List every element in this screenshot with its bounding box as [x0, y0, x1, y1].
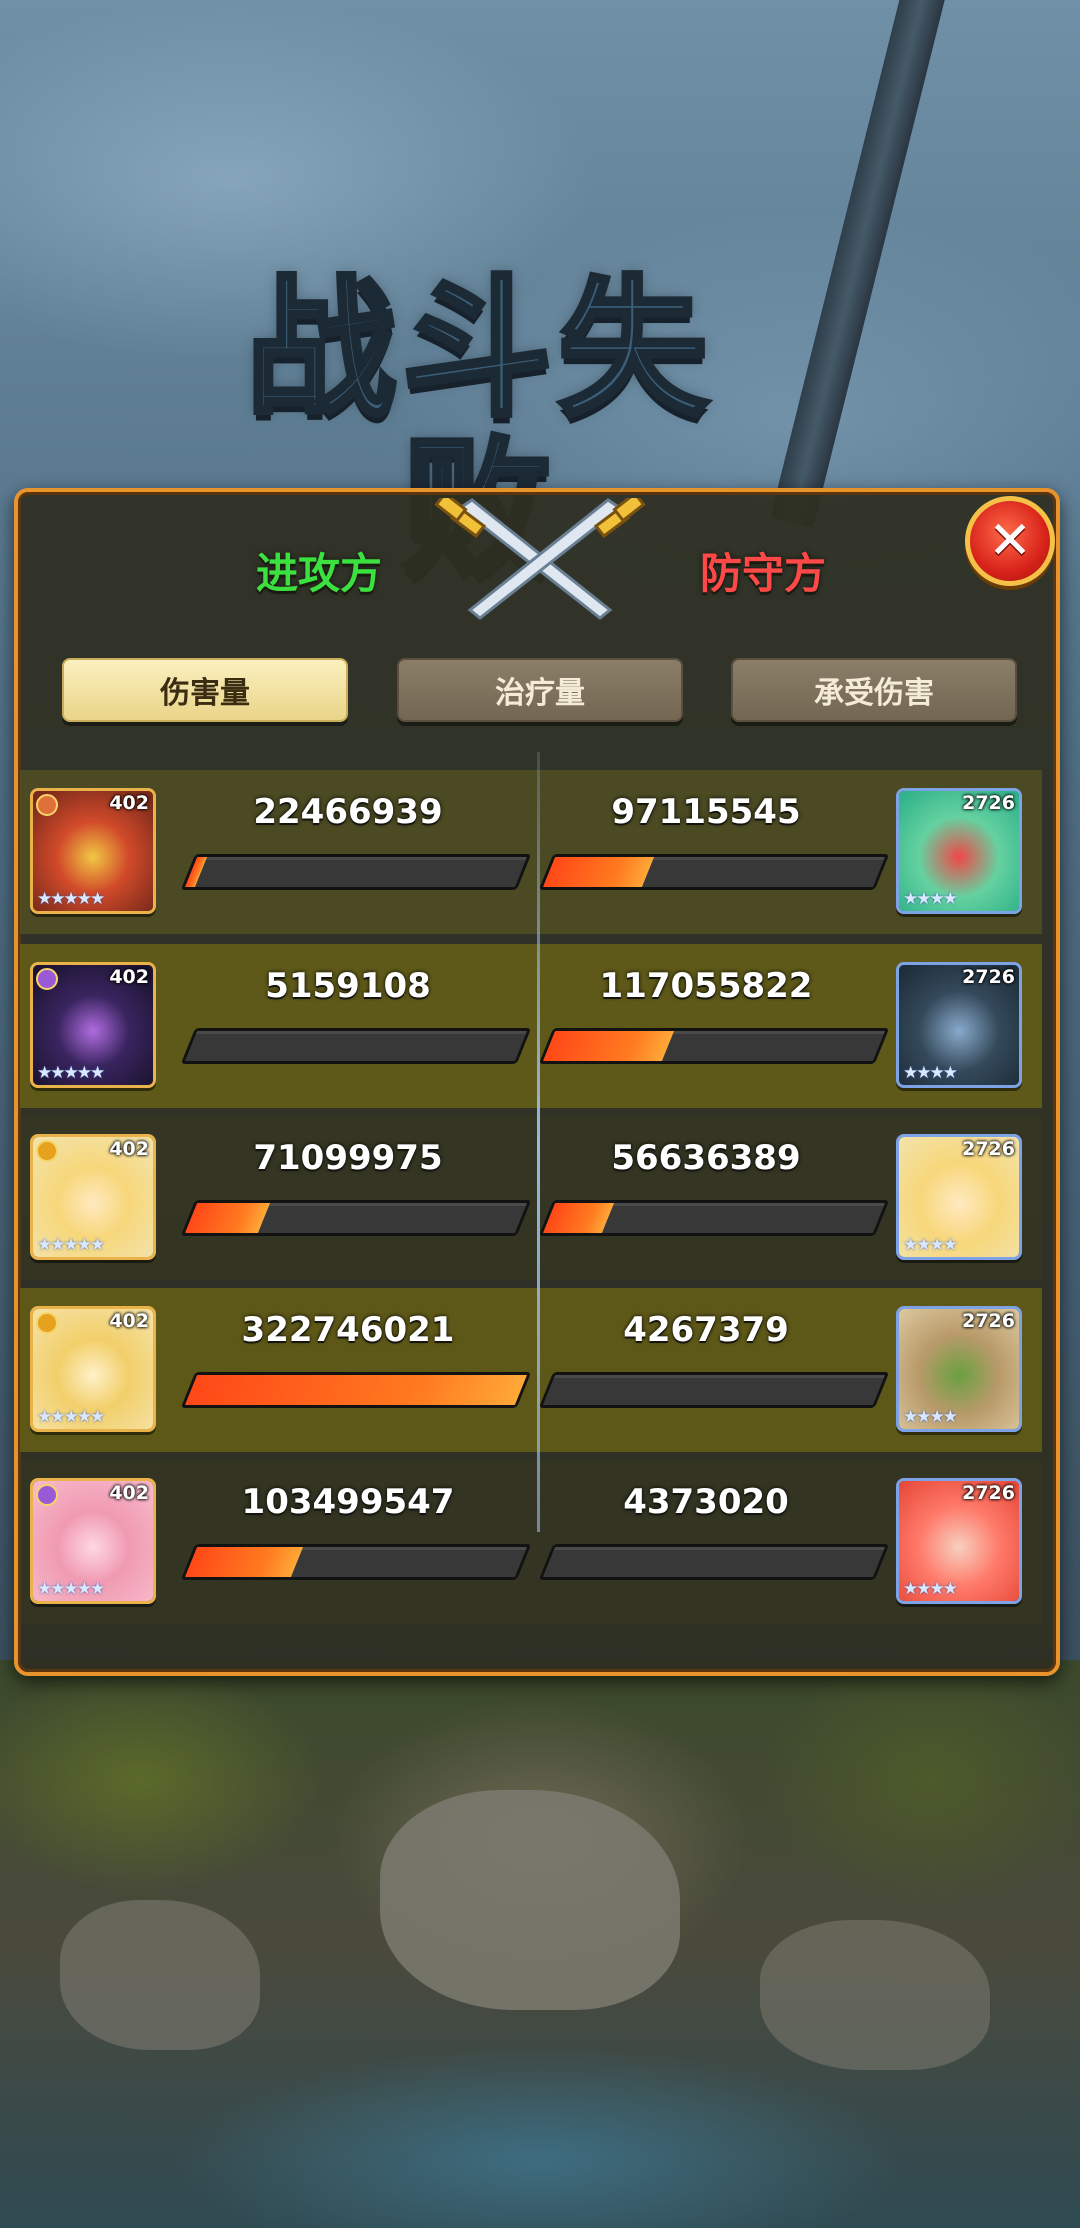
attacker-damage-bar — [180, 1372, 532, 1408]
hero-level: 402 — [109, 792, 149, 814]
background-jungle — [0, 1660, 1080, 2228]
hero-stars: ★★★★ — [903, 1063, 958, 1083]
defender-damage-bar-fill — [542, 1547, 556, 1577]
tab-label: 伤害量 — [160, 676, 250, 711]
hero-level: 402 — [109, 1310, 149, 1332]
hero-level: 2726 — [962, 792, 1015, 814]
attacker-damage-value: 322746021 — [241, 1310, 455, 1350]
hero-row: 402 ★★★★★ 322746021 4267379 2726 ★★★★ — [20, 1288, 1042, 1452]
defender-label: 防守方 — [700, 549, 827, 598]
defender-damage-value: 4373020 — [623, 1482, 789, 1522]
defender-damage-value: 97115545 — [611, 792, 801, 832]
center-divider — [537, 752, 540, 1532]
tab-damage[interactable]: 伤害量 — [62, 658, 348, 722]
defender-damage-bar-fill — [542, 1203, 615, 1233]
hero-stars: ★★★★ — [903, 1235, 958, 1255]
defender-damage-bar — [538, 854, 890, 890]
hero-level: 2726 — [962, 1138, 1015, 1160]
defender-hero-portrait[interactable]: 2726 ★★★★ — [896, 1306, 1022, 1432]
hero-stars: ★★★★★ — [37, 1235, 105, 1255]
element-badge-icon — [36, 794, 58, 816]
attacker-damage-value: 71099975 — [253, 1138, 443, 1178]
attacker-damage-bar-fill — [184, 1375, 528, 1405]
attacker-damage-bar — [180, 854, 532, 890]
defender-damage-bar — [538, 1028, 890, 1064]
attacker-damage-bar — [180, 1544, 532, 1580]
hero-stars: ★★★★ — [903, 1579, 958, 1599]
defender-damage-bar — [538, 1200, 890, 1236]
defender-damage-value: 117055822 — [599, 966, 813, 1006]
defender-damage-bar-fill — [542, 1031, 674, 1061]
attacker-damage-value: 22466939 — [253, 792, 443, 832]
hero-level: 402 — [109, 966, 149, 988]
hero-level: 402 — [109, 1482, 149, 1504]
defender-damage-bar-fill — [542, 1375, 556, 1405]
hero-row: 402 ★★★★★ 5159108 117055822 2726 ★★★★ — [20, 944, 1042, 1108]
hero-row: 402 ★★★★★ 71099975 56636389 2726 ★★★★ — [20, 1116, 1042, 1280]
defender-hero-portrait[interactable]: 2726 ★★★★ — [896, 1134, 1022, 1260]
defender-damage-bar — [538, 1544, 890, 1580]
defender-hero-portrait[interactable]: 2726 ★★★★ — [896, 962, 1022, 1088]
element-badge-icon — [36, 1484, 58, 1506]
attacker-damage-bar-fill — [184, 1031, 198, 1061]
tab-label: 治疗量 — [495, 676, 585, 711]
hero-level: 2726 — [962, 966, 1015, 988]
attacker-damage-bar-fill — [184, 1547, 303, 1577]
attacker-hero-portrait[interactable]: 402 ★★★★★ — [30, 1478, 156, 1604]
hero-level: 2726 — [962, 1310, 1015, 1332]
hero-stars: ★★★★★ — [37, 1063, 105, 1083]
hero-stars: ★★★★★ — [37, 1407, 105, 1427]
attacker-hero-portrait[interactable]: 402 ★★★★★ — [30, 1134, 156, 1260]
element-badge-icon — [36, 1140, 58, 1162]
close-icon: ✕ — [988, 511, 1032, 571]
attacker-damage-bar — [180, 1028, 532, 1064]
hero-stars: ★★★★★ — [37, 1579, 105, 1599]
background-rock — [60, 1900, 260, 2050]
background-rock — [760, 1920, 990, 2070]
attacker-hero-portrait[interactable]: 402 ★★★★★ — [30, 962, 156, 1088]
defender-damage-bar — [538, 1372, 890, 1408]
element-badge-icon — [36, 1312, 58, 1334]
attacker-damage-bar — [180, 1200, 532, 1236]
hero-stars: ★★★★ — [903, 1407, 958, 1427]
tab-damage-taken[interactable]: 承受伤害 — [731, 658, 1017, 722]
attacker-label: 进攻方 — [256, 549, 383, 598]
background-rock — [380, 1790, 680, 2010]
defender-damage-value: 4267379 — [623, 1310, 789, 1350]
attacker-damage-bar-fill — [184, 1203, 270, 1233]
element-badge-icon — [36, 968, 58, 990]
defender-hero-portrait[interactable]: 2726 ★★★★ — [896, 1478, 1022, 1604]
hero-level: 2726 — [962, 1482, 1015, 1504]
defender-hero-portrait[interactable]: 2726 ★★★★ — [896, 788, 1022, 914]
defender-damage-value: 56636389 — [611, 1138, 801, 1178]
tab-healing[interactable]: 治疗量 — [397, 658, 683, 722]
close-button[interactable]: ✕ — [965, 496, 1055, 586]
attacker-damage-value: 103499547 — [241, 1482, 455, 1522]
hero-stars: ★★★★★ — [37, 889, 105, 909]
attacker-damage-bar-fill — [184, 857, 207, 887]
hero-level: 402 — [109, 1138, 149, 1160]
defender-damage-bar-fill — [542, 857, 655, 887]
crossed-swords-icon — [434, 498, 646, 620]
attacker-hero-portrait[interactable]: 402 ★★★★★ — [30, 1306, 156, 1432]
tab-label: 承受伤害 — [814, 676, 934, 711]
hero-stars: ★★★★ — [903, 889, 958, 909]
hero-row: 402 ★★★★★ 103499547 4373020 2726 ★★★★ — [20, 1460, 1042, 1624]
attacker-hero-portrait[interactable]: 402 ★★★★★ — [30, 788, 156, 914]
hero-row: 402 ★★★★★ 22466939 97115545 2726 ★★★★ — [20, 770, 1042, 934]
attacker-damage-value: 5159108 — [265, 966, 431, 1006]
